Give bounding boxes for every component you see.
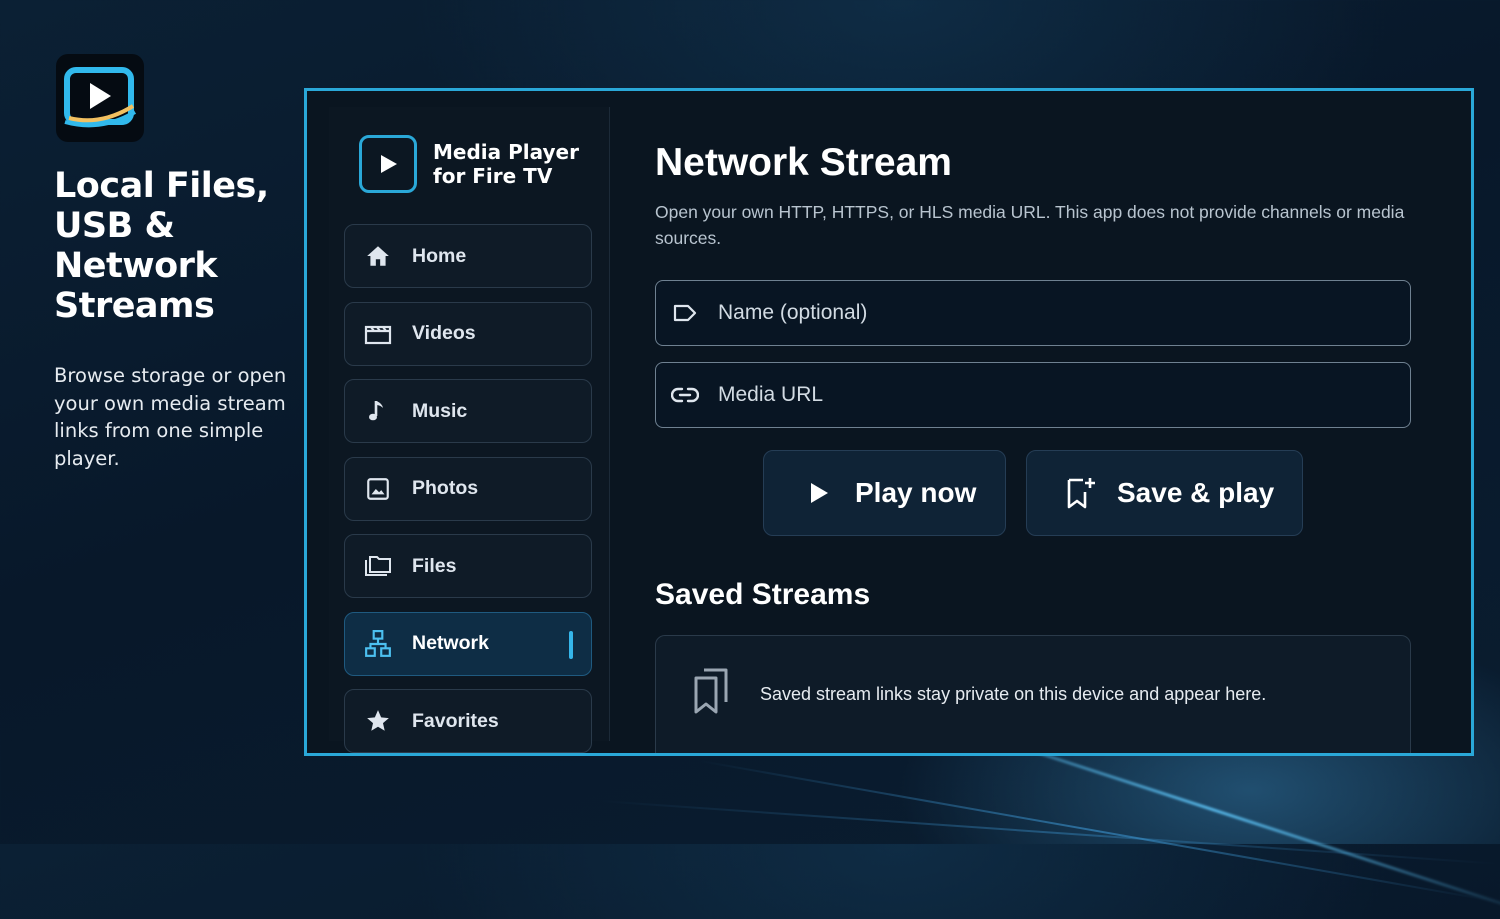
page-title: Network Stream <box>655 141 952 184</box>
sidebar-item-label: Network <box>412 632 489 654</box>
bookmark-add-icon <box>1065 476 1097 510</box>
image-icon <box>363 474 393 504</box>
brand: Media Player for Fire TV <box>359 135 593 193</box>
sidebar-item-favorites[interactable]: Favorites <box>344 689 592 753</box>
play-screen-icon <box>64 67 137 128</box>
url-field[interactable] <box>655 362 1411 428</box>
save-and-play-label: Save & play <box>1117 477 1275 508</box>
star-icon <box>363 706 393 736</box>
sidebar-item-label: Videos <box>412 322 476 344</box>
active-indicator <box>569 630 573 659</box>
link-icon <box>670 380 700 410</box>
app-window: Media Player for Fire TV Home Videos Mus… <box>304 88 1474 756</box>
music-note-icon <box>363 396 393 426</box>
bookmarks-icon <box>690 666 734 721</box>
sidebar-item-label: Music <box>412 399 468 422</box>
play-icon <box>808 481 830 505</box>
play-now-label: Play now <box>855 477 977 508</box>
network-icon <box>363 629 393 659</box>
sidebar-item-home[interactable]: Home <box>344 224 592 288</box>
page-description: Open your own HTTP, HTTPS, or HLS media … <box>655 202 1405 248</box>
brand-play-icon <box>359 135 417 193</box>
promo-title: Local Files, USB & Network Streams <box>54 166 269 326</box>
background-light-streak <box>599 800 1498 865</box>
sidebar-item-music[interactable]: Music <box>344 379 592 443</box>
folders-icon <box>363 551 393 581</box>
saved-streams-panel: Saved stream links stay private on this … <box>655 635 1411 753</box>
background-light-streak <box>699 760 1489 901</box>
home-icon <box>363 241 393 271</box>
sidebar-item-label: Home <box>412 244 467 267</box>
sidebar-item-network[interactable]: Network <box>344 611 592 676</box>
saved-streams-empty-message: Saved stream links stay private on this … <box>760 684 1267 704</box>
name-field[interactable] <box>655 280 1411 346</box>
name-input[interactable] <box>716 300 1400 326</box>
promo-description: Browse storage or open your own media st… <box>54 364 287 470</box>
app-name: Media Player for Fire TV <box>433 140 579 188</box>
sidebar: Media Player for Fire TV Home Videos Mus… <box>329 107 610 753</box>
sidebar-item-label: Favorites <box>412 709 499 732</box>
label-icon <box>670 298 700 328</box>
save-and-play-button[interactable]: Save & play <box>1026 450 1303 536</box>
sidebar-item-label: Files <box>412 554 457 577</box>
sidebar-item-label: Photos <box>412 477 479 499</box>
app-logo <box>56 54 144 142</box>
sidebar-nav: Home Videos Music Photos Files Network F… <box>344 224 592 753</box>
main-content: Network Stream Open your own HTTP, HTTPS… <box>655 91 1435 753</box>
sidebar-item-photos[interactable]: Photos <box>344 456 592 521</box>
clapperboard-icon <box>363 319 393 349</box>
play-now-button[interactable]: Play now <box>763 450 1006 536</box>
saved-streams-title: Saved Streams <box>655 578 871 611</box>
url-input[interactable] <box>716 382 1400 408</box>
sidebar-item-videos[interactable]: Videos <box>344 301 592 366</box>
sidebar-item-files[interactable]: Files <box>344 534 592 598</box>
